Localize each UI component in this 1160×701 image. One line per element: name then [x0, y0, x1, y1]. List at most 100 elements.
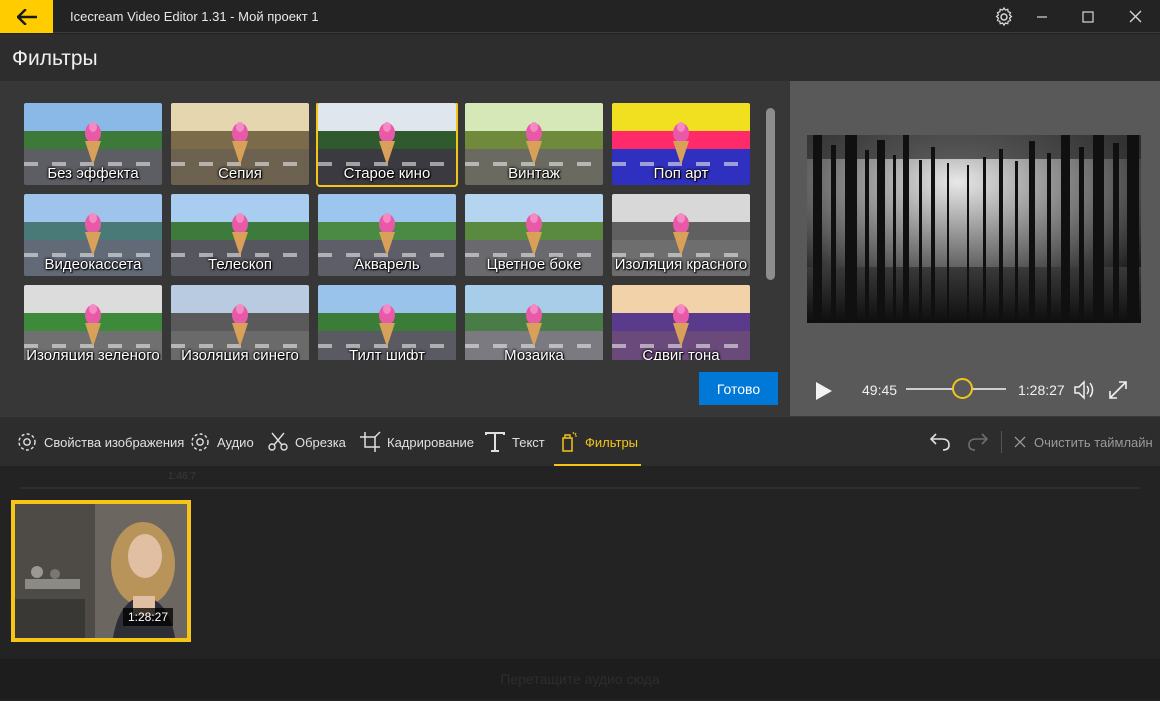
ice-cream-icon — [673, 122, 689, 165]
video-preview[interactable] — [807, 135, 1141, 323]
filter-label: Изоляция синего — [181, 347, 299, 361]
filter-label: Мозаика — [504, 347, 564, 361]
audio-drop-hint: Перетащите аудио сюда — [500, 671, 660, 687]
play-button[interactable] — [812, 380, 834, 402]
ice-cream-icon — [232, 304, 248, 347]
filter-label: Изоляция красного — [614, 256, 748, 273]
ice-cream-icon — [85, 213, 101, 256]
filter-tile[interactable]: Поп арт — [612, 103, 750, 185]
ice-cream-icon — [526, 304, 542, 347]
ice-cream-icon — [673, 213, 689, 256]
filter-icon — [562, 431, 577, 452]
fullscreen-icon[interactable] — [1107, 379, 1129, 401]
tool-label: Текст — [512, 434, 545, 450]
ice-cream-icon — [379, 213, 395, 256]
filter-label: Телескоп — [208, 256, 272, 273]
close-icon — [1129, 10, 1141, 23]
filter-tile[interactable]: Изоляция синего — [171, 285, 309, 360]
filter-tile[interactable]: Мозаика — [465, 285, 603, 360]
filter-label: Акварель — [354, 256, 420, 273]
maximize-button[interactable] — [1070, 0, 1106, 33]
filter-tile[interactable]: Видеокассета — [24, 194, 162, 276]
filter-label: Винтаж — [508, 165, 560, 182]
ice-cream-icon — [85, 122, 101, 165]
tool-image-properties[interactable]: Свойства изображения — [16, 417, 184, 467]
ice-cream-icon — [232, 213, 248, 256]
minimize-button[interactable] — [1024, 0, 1060, 33]
preview-panel: 49:45 1:28:27 — [790, 81, 1160, 416]
done-button[interactable]: Готово — [699, 372, 778, 405]
tools-toolbar: Свойства изображения Аудио Обрезка Кадри… — [0, 416, 1160, 467]
filters-panel: Без эффекта Сепия Старое кино Винтаж Поп арт… — [0, 81, 790, 416]
forest-frame-image — [807, 135, 1141, 323]
filter-tile[interactable]: Сепия — [171, 103, 309, 185]
audio-drop-zone[interactable]: Перетащите аудио сюда — [0, 659, 1160, 699]
filter-tile[interactable]: Тилт шифт — [318, 285, 456, 360]
volume-icon[interactable] — [1073, 379, 1097, 401]
filter-tile[interactable]: Винтаж — [465, 103, 603, 185]
maximize-icon — [1082, 10, 1094, 23]
seek-handle[interactable] — [952, 378, 973, 399]
filter-tile[interactable]: Изоляция красного — [612, 194, 750, 276]
page-title: Фильтры — [12, 47, 98, 70]
filter-tile[interactable]: Сдвиг тона — [612, 285, 750, 360]
filter-tile[interactable]: Акварель — [318, 194, 456, 276]
ice-cream-icon — [526, 213, 542, 256]
tool-trim[interactable]: Обрезка — [267, 417, 346, 467]
ice-cream-icon — [673, 304, 689, 347]
filter-label: Тилт шифт — [349, 347, 425, 361]
toolbar-separator — [1001, 431, 1002, 453]
tool-audio[interactable]: Аудио — [189, 417, 254, 467]
filter-label: Поп арт — [653, 165, 709, 182]
page-header: Фильтры — [0, 34, 1160, 81]
ice-cream-icon — [526, 122, 542, 165]
filter-tile[interactable]: Изоляция зеленого — [24, 285, 162, 360]
tool-filters[interactable]: Фильтры — [559, 417, 638, 467]
gear-icon — [191, 433, 209, 451]
redo-icon[interactable] — [966, 431, 990, 453]
window-title: Icecream Video Editor 1.31 - Мой проект … — [70, 9, 319, 24]
filter-label: Сепия — [218, 165, 262, 182]
filters-scrollbar[interactable] — [766, 108, 775, 280]
tool-text[interactable]: Текст — [484, 417, 545, 467]
tool-label: Свойства изображения — [44, 434, 185, 450]
filter-label: Без эффекта — [47, 165, 139, 182]
gear-icon — [995, 6, 1013, 26]
ice-cream-icon — [85, 304, 101, 347]
gear-icon — [18, 433, 36, 451]
settings-button[interactable] — [986, 0, 1022, 33]
filter-label: Видеокассета — [44, 256, 142, 273]
back-button[interactable] — [0, 0, 53, 33]
timeline-ruler-label: 1:46:7 — [168, 471, 196, 482]
close-icon — [1014, 436, 1026, 448]
text-icon — [485, 432, 505, 452]
total-time: 1:28:27 — [1018, 382, 1065, 398]
filter-tile[interactable]: Старое кино — [316, 103, 458, 187]
crop-icon — [360, 431, 381, 452]
ice-cream-icon — [379, 122, 395, 165]
clear-timeline-button[interactable]: Очистить таймлайн — [1014, 417, 1153, 467]
filter-label: Цветное боке — [486, 256, 582, 273]
clip-duration: 1:28:27 — [122, 608, 173, 626]
timeline-ruler[interactable] — [20, 487, 1140, 489]
tool-crop[interactable]: Кадрирование — [359, 417, 474, 467]
ice-cream-icon — [379, 304, 395, 347]
tool-label: Кадрирование — [387, 434, 475, 450]
undo-icon[interactable] — [928, 431, 952, 453]
filter-label: Старое кино — [343, 165, 431, 182]
ice-cream-icon — [232, 122, 248, 165]
scissors-icon — [268, 432, 288, 451]
close-button[interactable] — [1117, 0, 1153, 33]
filter-tile[interactable]: Телескоп — [171, 194, 309, 276]
filter-label: Изоляция зеленого — [26, 347, 160, 361]
filter-tile[interactable]: Без эффекта — [24, 103, 162, 185]
tool-label: Обрезка — [295, 434, 346, 450]
filter-label: Сдвиг тона — [642, 347, 720, 361]
current-time: 49:45 — [862, 382, 898, 398]
timeline-clip[interactable]: 1:28:27 — [11, 500, 191, 642]
filter-tile[interactable]: Цветное боке — [465, 194, 603, 276]
title-bar: Icecream Video Editor 1.31 - Мой проект … — [0, 0, 1160, 33]
minimize-icon — [1037, 15, 1047, 18]
filters-grid: Без эффекта Сепия Старое кино Винтаж Поп арт… — [24, 103, 754, 360]
tool-label: Фильтры — [585, 434, 639, 450]
